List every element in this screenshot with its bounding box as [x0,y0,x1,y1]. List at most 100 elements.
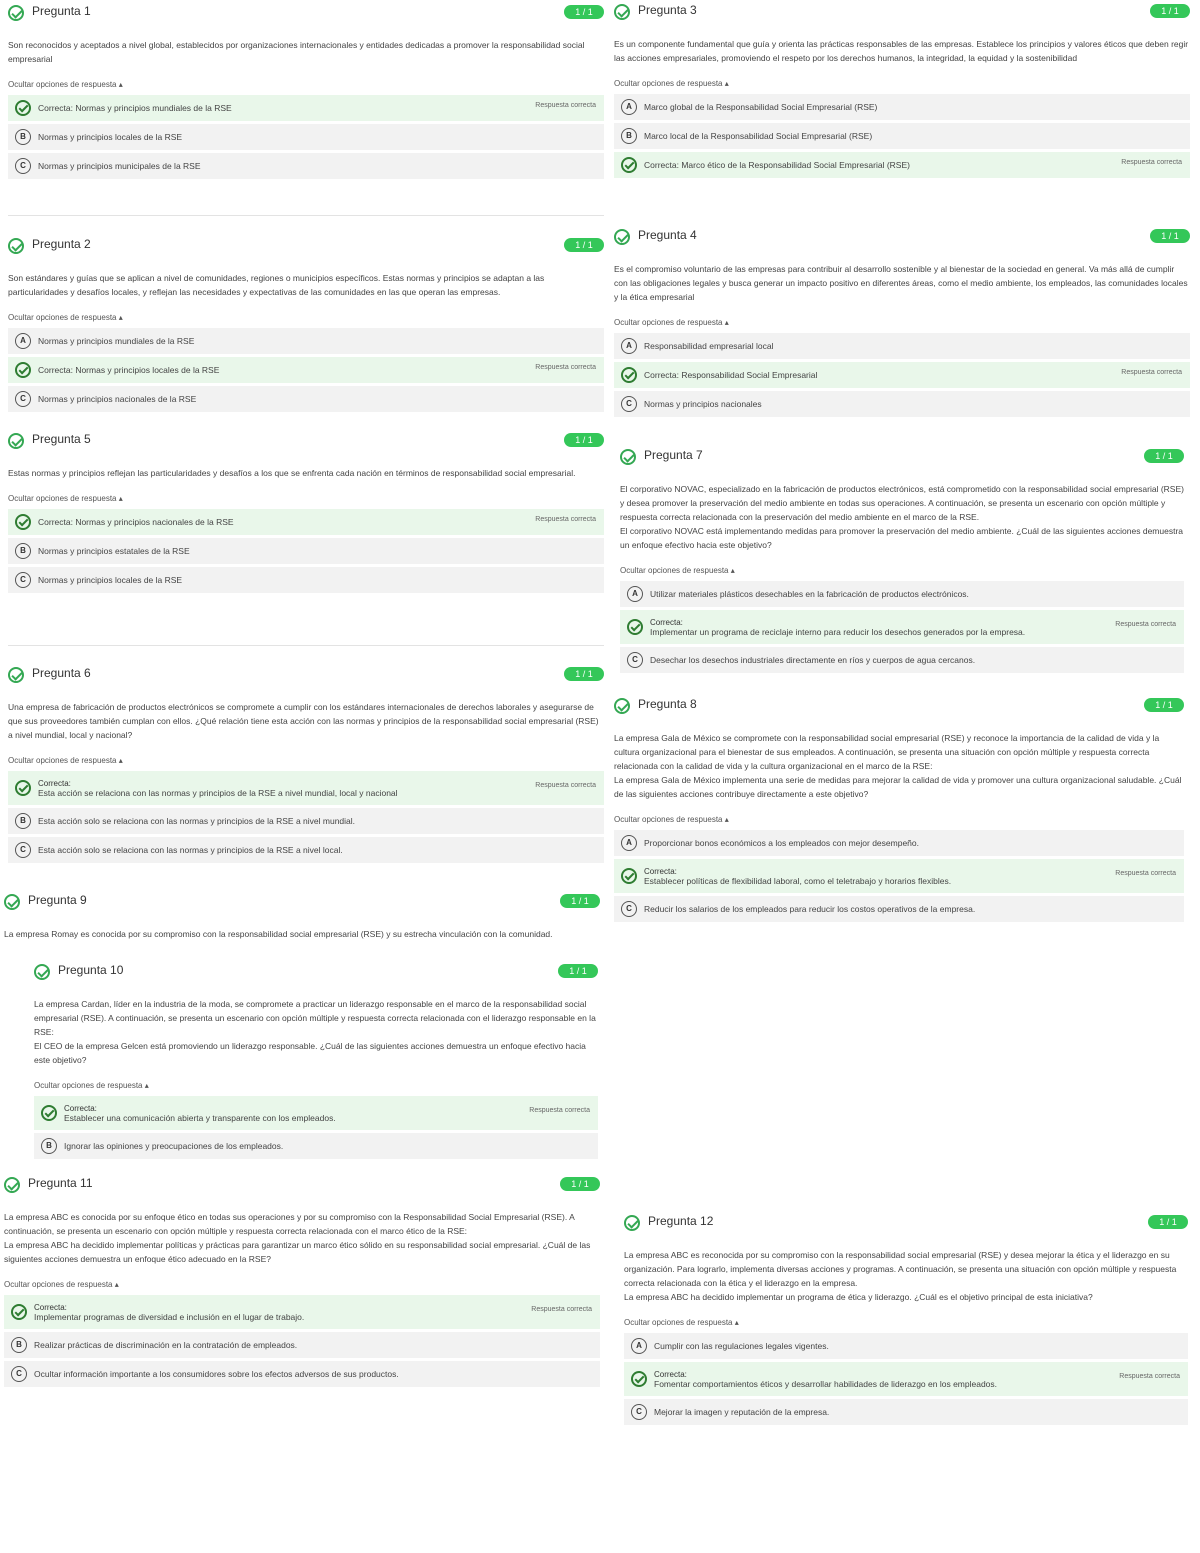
correct-response-label: Respuesta correcta [535,102,596,109]
option-letter-badge: C [621,901,637,917]
hide-options-toggle[interactable]: Ocultar opciones de respuesta ▴ [614,815,1184,824]
correct-response-label: Respuesta correcta [1119,1373,1180,1380]
hide-options-toggle[interactable]: Ocultar opciones de respuesta ▴ [624,1318,1188,1327]
check-circle-icon [621,868,637,884]
options-list: Correcta: Esta acción se relaciona con la… [8,771,604,863]
question-title: Pregunta 2 [32,237,91,251]
hide-options-toggle[interactable]: Ocultar opciones de respuesta ▴ [34,1081,598,1090]
options-list: A Normas y principios mundiales de la RSE… [8,328,604,412]
answer-option[interactable]: Correcta: Normas y principios locales de… [8,357,604,383]
question-card-q11: Pregunta 11 1 / 1 La empresa ABC es cono… [4,1176,600,1390]
hide-options-toggle[interactable]: Ocultar opciones de respuesta ▴ [614,79,1190,88]
answer-option[interactable]: C Ocultar información importante a los co… [4,1361,600,1387]
option-letter-badge: B [15,543,31,559]
hide-options-toggle[interactable]: Ocultar opciones de respuesta ▴ [8,494,604,503]
check-circle-icon [34,964,50,980]
answer-option[interactable]: A Proporcionar bonos económicos a los emp… [614,830,1184,856]
options-list: Correcta: Establecer una comunicación abi… [34,1096,598,1159]
answer-option[interactable]: A Utilizar materiales plásticos desechabl… [620,581,1184,607]
answer-text: Implementar programas de diversidad e in… [34,1311,305,1322]
correct-label: Correcta: [38,778,71,788]
answer-text: Establecer políticas de flexibilidad lab… [644,875,952,886]
answer-option[interactable]: C Mejorar la imagen y reputación de la em… [624,1399,1188,1425]
check-circle-icon [11,1304,27,1320]
answer-option[interactable]: Correcta: Establecer políticas de flexibi… [614,859,1184,893]
answer-option[interactable]: A Responsabilidad empresarial local [614,333,1190,359]
question-header: Pregunta 6 1 / 1 [8,666,604,688]
answer-text: Cumplir con las regulaciones legales vig… [654,1341,829,1351]
score-badge: 1 / 1 [1148,1215,1188,1229]
hide-options-toggle[interactable]: Ocultar opciones de respuesta ▴ [4,1280,600,1289]
check-circle-icon [631,1371,647,1387]
answer-option[interactable]: C Normas y principios nacionales [614,391,1190,417]
answer-option[interactable]: B Realizar prácticas de discriminación en… [4,1332,600,1358]
answer-option[interactable]: B Normas y principios locales de la RSE [8,124,604,150]
answer-option[interactable]: Correcta: Marco ético de la Responsabili… [614,152,1190,178]
options-list: A Proporcionar bonos económicos a los emp… [614,830,1184,922]
hide-options-toggle[interactable]: Ocultar opciones de respuesta ▴ [8,313,604,322]
answer-option[interactable]: Correcta: Implementar programas de divers… [4,1295,600,1329]
question-card-q2: Pregunta 2 1 / 1 Son estándares y guías … [8,237,604,415]
answer-option[interactable]: Correcta: Responsabilidad Social Empresa… [614,362,1190,388]
options-list: A Cumplir con las regulaciones legales vi… [624,1333,1188,1425]
answer-option[interactable]: A Cumplir con las regulaciones legales vi… [624,1333,1188,1359]
section-divider [8,645,604,646]
answer-text: Implementar un programa de reciclaje int… [650,626,1026,637]
question-card-q8: Pregunta 8 1 / 1 La empresa Gala de Méxi… [614,697,1184,925]
question-text: Son estándares y guías que se aplican a … [8,273,545,297]
answer-option[interactable]: Correcta: Implementar un programa de reci… [620,610,1184,644]
option-letter-badge: C [11,1366,27,1382]
option-letter-badge: A [631,1338,647,1354]
check-circle-icon [624,1215,640,1231]
correct-response-label: Respuesta correcta [1115,621,1176,628]
check-circle-icon [8,5,24,21]
answer-option[interactable]: Correcta: Fomentar comportamientos éticos… [624,1362,1188,1396]
hide-options-toggle[interactable]: Ocultar opciones de respuesta ▴ [614,318,1190,327]
answer-text: Desechar los desechos industriales direc… [650,655,976,665]
options-list: Correcta: Implementar programas de divers… [4,1295,600,1387]
question-title: Pregunta 7 [644,448,703,462]
answer-text: Utilizar materiales plásticos desechable… [650,589,969,599]
correct-response-label: Respuesta correcta [1121,159,1182,166]
score-badge: 1 / 1 [564,433,604,447]
answer-option[interactable]: C Reducir los salarios de los empleados p… [614,896,1184,922]
answer-text: Esta acción solo se relaciona con las no… [38,845,343,855]
answer-option[interactable]: Correcta: Esta acción se relaciona con la… [8,771,604,805]
question-title: Pregunta 1 [32,4,91,18]
answer-option[interactable]: B Esta acción solo se relaciona con las n… [8,808,604,834]
question-title: Pregunta 8 [638,697,697,711]
hide-options-toggle[interactable]: Ocultar opciones de respuesta ▴ [620,566,1184,575]
answer-text: Fomentar comportamientos éticos y desarr… [654,1378,998,1389]
answer-option[interactable]: B Marco local de la Responsabilidad Socia… [614,123,1190,149]
question-card-q3: Pregunta 3 1 / 1 Es un componente fundam… [614,3,1190,181]
answer-option[interactable]: Correcta: Normas y principios mundiales … [8,95,604,121]
question-title: Pregunta 5 [32,432,91,446]
options-list: Correcta: Normas y principios nacionales… [8,509,604,593]
option-letter-badge: C [631,1404,647,1420]
answer-option[interactable]: B Normas y principios estatales de la RSE [8,538,604,564]
answer-option[interactable]: C Esta acción solo se relaciona con las n… [8,837,604,863]
answer-option[interactable]: C Normas y principios nacionales de la RS… [8,386,604,412]
check-circle-icon [620,449,636,465]
answer-option[interactable]: Correcta: Normas y principios nacionales… [8,509,604,535]
answer-option[interactable]: C Normas y principios municipales de la R… [8,153,604,179]
hide-options-toggle[interactable]: Ocultar opciones de respuesta ▴ [8,80,604,89]
answer-option[interactable]: C Normas y principios locales de la RSE [8,567,604,593]
check-circle-icon [15,100,31,116]
check-circle-icon [614,4,630,20]
option-letter-badge: C [621,396,637,412]
answer-option[interactable]: C Desechar los desechos industriales dire… [620,647,1184,673]
answer-option[interactable]: A Normas y principios mundiales de la RSE [8,328,604,354]
answer-option[interactable]: Correcta: Establecer una comunicación abi… [34,1096,598,1130]
correct-response-label: Respuesta correcta [535,782,596,789]
options-list: A Responsabilidad empresarial local Correc… [614,333,1190,417]
answer-option[interactable]: A Marco global de la Responsabilidad Soci… [614,94,1190,120]
question-card-q1: Pregunta 1 1 / 1 Son reconocidos y acept… [8,4,604,182]
score-badge: 1 / 1 [560,894,600,908]
answer-text: Normas y principios estatales de la RSE [38,546,190,556]
question-title: Pregunta 10 [58,963,124,977]
answer-text: Mejorar la imagen y reputación de la emp… [654,1407,830,1417]
question-text: Es un componente fundamental que guía y … [614,39,1189,63]
hide-options-toggle[interactable]: Ocultar opciones de respuesta ▴ [8,756,604,765]
answer-option[interactable]: B Ignorar las opiniones y preocupaciones … [34,1133,598,1159]
